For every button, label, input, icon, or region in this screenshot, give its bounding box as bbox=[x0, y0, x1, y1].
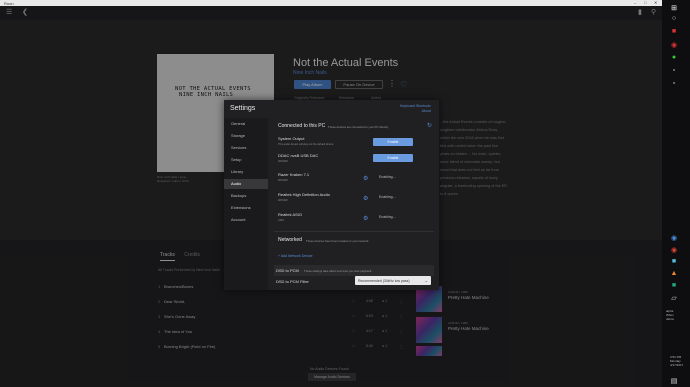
device-name: Razer Kraken 7.1 bbox=[278, 172, 310, 177]
start-icon[interactable]: ⊞ bbox=[669, 3, 679, 12]
refresh-icon[interactable]: ↻ bbox=[427, 122, 432, 129]
device-subtitle: WASAPI bbox=[278, 199, 288, 202]
app-icon[interactable]: ▱ bbox=[669, 293, 679, 302]
settings-nav-storage[interactable]: Storage bbox=[224, 131, 268, 141]
settings-nav-setup[interactable]: Setup bbox=[224, 155, 268, 165]
maximize-button[interactable]: □ bbox=[644, 0, 646, 5]
vlc-icon[interactable]: ▲ bbox=[669, 269, 679, 278]
enabling-status: Enabling... bbox=[379, 175, 396, 179]
settings-nav-library[interactable]: Library bbox=[224, 167, 268, 177]
settings-nav-extensions[interactable]: Extensions bbox=[224, 203, 268, 213]
app-icon[interactable]: ▫ bbox=[669, 79, 679, 88]
clock[interactable]: 3:51 PM Monday 4/17/2017 bbox=[670, 355, 683, 367]
device-subtitle: ASIO bbox=[278, 219, 285, 222]
settings-nav-audio[interactable]: Audio bbox=[224, 179, 268, 189]
networked-title: Networked bbox=[278, 237, 302, 243]
device-name: System Output bbox=[278, 136, 305, 141]
connected-subtitle: These devices are connected to your PC d… bbox=[328, 125, 389, 129]
app-icon[interactable]: ▫ bbox=[669, 66, 679, 75]
settings-nav-backups[interactable]: Backups bbox=[224, 191, 268, 201]
dsd-filter-select[interactable]: Recommended (30kHz low pass) ⌄ bbox=[355, 276, 431, 285]
device-name: Realtek High Definition Audio bbox=[278, 192, 330, 197]
enable-button[interactable]: Enable bbox=[373, 138, 413, 146]
app-icon[interactable]: ■ bbox=[669, 27, 679, 36]
settings-nav-general[interactable]: General bbox=[224, 119, 268, 129]
chrome-icon[interactable]: ◉ bbox=[669, 245, 679, 254]
app-icon[interactable]: ◉ bbox=[669, 233, 679, 242]
about-link[interactable]: About bbox=[400, 109, 431, 114]
enabling-status: Enabling... bbox=[379, 215, 396, 219]
device-subtitle: This audio device will play out the defa… bbox=[278, 143, 335, 146]
dsd-filter-value: Recommended (30kHz low pass) bbox=[358, 278, 410, 283]
window-title: Roon bbox=[4, 0, 14, 6]
tray-labels: alpha Wbox dsbox bbox=[666, 309, 674, 321]
device-name: DDAC nvsB USB DAC bbox=[278, 153, 319, 158]
networked-subtitle: These devices have been located on your … bbox=[306, 239, 370, 243]
gear-icon[interactable]: ⚙ bbox=[363, 195, 368, 202]
clock-date: 4/17/2017 bbox=[670, 363, 684, 367]
chevron-down-icon: ⌄ bbox=[424, 278, 428, 283]
close-button[interactable]: ✕ bbox=[654, 0, 657, 5]
divider bbox=[274, 231, 434, 232]
app-icon[interactable]: ■ bbox=[669, 281, 679, 290]
device-subtitle: WASAPI bbox=[278, 179, 288, 182]
gear-icon[interactable]: ⚙ bbox=[363, 215, 368, 222]
enabling-status: Enabling... bbox=[379, 195, 396, 199]
device-name: Realtek ASIO bbox=[278, 212, 303, 217]
dsd-subtitle: These settings take effect next time you… bbox=[304, 269, 373, 273]
notification-icon[interactable]: ▤ bbox=[669, 376, 679, 385]
minimize-button[interactable]: – bbox=[634, 0, 636, 5]
settings-nav-account[interactable]: Account bbox=[224, 215, 268, 225]
connected-title: Connected to this PC bbox=[278, 123, 326, 129]
dsd-title: DSD to PCM bbox=[276, 268, 299, 273]
app-icon[interactable]: ◉ bbox=[669, 40, 679, 49]
add-network-device-link[interactable]: + Add Network Device bbox=[278, 254, 313, 258]
spotify-icon[interactable]: ● bbox=[669, 53, 679, 62]
enable-label: Enable bbox=[387, 140, 399, 144]
app-icon[interactable]: ■ bbox=[669, 257, 679, 266]
settings-title: Settings bbox=[230, 105, 256, 112]
settings-nav-services[interactable]: Services bbox=[224, 143, 268, 153]
dsd-filter-label: DSD to PCM Filter bbox=[276, 279, 309, 284]
enable-button[interactable]: Enable bbox=[373, 154, 413, 162]
settings-links: Keyboard Shortcuts About bbox=[400, 104, 431, 114]
search-icon[interactable]: ○ bbox=[669, 14, 679, 23]
device-subtitle: WASAPI bbox=[278, 160, 288, 163]
enable-label: Enable bbox=[387, 156, 399, 160]
tray-label: dsbox bbox=[666, 317, 675, 321]
gear-icon[interactable]: ⚙ bbox=[363, 175, 368, 182]
